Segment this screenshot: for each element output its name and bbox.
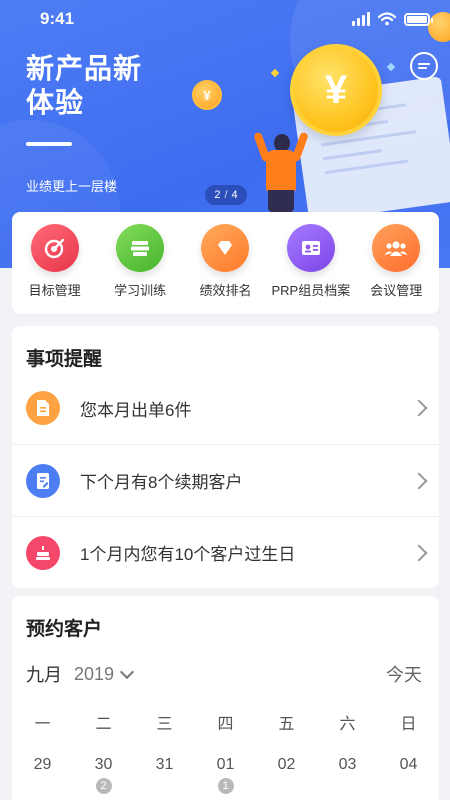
calendar-date[interactable]: 03 <box>317 756 378 794</box>
banner-title: 新产品新体验 <box>26 53 143 118</box>
weekday-label: 六 <box>339 716 356 733</box>
weekday-label: 二 <box>95 716 112 733</box>
status-bar: 9:41 <box>0 0 450 40</box>
menu-learning-training[interactable]: 学习训练 <box>98 224 182 314</box>
target-icon <box>30 224 79 272</box>
calendar-date[interactable]: 31 <box>134 756 195 794</box>
chevron-right-icon <box>410 544 428 561</box>
reminder-item[interactable]: 下个月有8个续期客户 <box>12 444 439 516</box>
menu-label: 会议管理 <box>370 283 423 298</box>
weekday-label: 三 <box>156 716 173 733</box>
chevron-right-icon <box>410 472 428 489</box>
chevron-down-icon[interactable] <box>119 664 135 679</box>
menu-label: PRP组员档案 <box>271 283 351 298</box>
menu-label: 绩效排名 <box>199 283 252 298</box>
reminder-item[interactable]: 您本月出单6件 <box>12 372 439 444</box>
weekday-label: 五 <box>278 716 295 733</box>
reminder-text: 1个月内您有10个客户过生日 <box>80 545 296 564</box>
today-button[interactable]: 今天 <box>386 661 422 687</box>
reminders-card: 事项提醒 您本月出单6件 下个月有8个续期客户 1个月内您有10个客户过生日 <box>12 326 439 588</box>
menu-performance-ranking[interactable]: 绩效排名 <box>183 224 267 314</box>
appointments-card: 预约客户 九月 2019 今天 一 二 三 四 五 六 日 29 30 2 31 … <box>12 596 439 800</box>
weekday-label: 一 <box>34 716 51 733</box>
person-illustration <box>252 128 312 212</box>
chevron-right-icon <box>410 399 428 417</box>
menu-label: 学习训练 <box>114 283 167 298</box>
calendar-date[interactable]: 02 <box>256 756 317 794</box>
banner-subtitle: 业绩更上一层楼 <box>26 179 118 194</box>
weekday-label: 日 <box>400 716 417 733</box>
edit-doc-icon <box>26 463 60 498</box>
yuan-coin-icon: ¥ <box>290 44 382 136</box>
wifi-icon <box>378 12 396 26</box>
document-icon <box>26 391 60 425</box>
coin-icon: ¥ <box>192 80 222 110</box>
group-icon <box>372 224 421 272</box>
month-selector: 九月 2019 今天 <box>26 662 426 686</box>
banner-divider <box>26 142 72 146</box>
books-icon <box>116 224 165 272</box>
year-select[interactable]: 2019 <box>74 664 114 685</box>
date-row: 29 30 2 31 01 1 02 03 04 <box>12 756 439 794</box>
calendar-date[interactable]: 04 <box>378 756 439 794</box>
banner-pager: 2 / 4 <box>205 185 247 205</box>
calendar-date[interactable]: 01 1 <box>195 756 256 794</box>
sparkle-icon <box>270 68 280 78</box>
diamond-icon <box>201 224 250 272</box>
battery-icon <box>404 12 433 26</box>
chat-icon <box>418 63 430 69</box>
id-card-icon <box>286 224 335 272</box>
status-time: 9:41 <box>40 9 75 28</box>
weekday-label: 四 <box>217 716 234 733</box>
appointments-title: 预约客户 <box>26 619 103 640</box>
menu-label: 目标管理 <box>28 283 81 298</box>
cake-icon <box>26 535 60 570</box>
appointment-count-badge: 1 <box>217 778 234 794</box>
reminder-item[interactable]: 1个月内您有10个客户过生日 <box>12 516 439 588</box>
weekday-header: 一 二 三 四 五 六 日 <box>12 710 439 734</box>
quick-menu: 目标管理 学习训练 绩效排名 PRP组员档案 会议管理 <box>12 212 439 314</box>
menu-meeting-management[interactable]: 会议管理 <box>354 224 438 314</box>
message-button[interactable] <box>410 52 438 80</box>
calendar-date[interactable]: 29 <box>12 756 73 794</box>
reminder-text: 下个月有8个续期客户 <box>80 473 243 492</box>
month-label: 九月 <box>26 665 62 685</box>
calendar-date[interactable]: 30 2 <box>73 756 134 794</box>
menu-prp-member-profiles[interactable]: PRP组员档案 <box>269 224 353 314</box>
reminders-title: 事项提醒 <box>26 349 103 370</box>
reminder-text: 您本月出单6件 <box>80 400 192 420</box>
signal-icon <box>352 12 370 26</box>
menu-target-management[interactable]: 目标管理 <box>13 224 97 314</box>
coin-symbol: ¥ <box>324 67 348 112</box>
appointment-count-badge: 2 <box>95 778 112 794</box>
